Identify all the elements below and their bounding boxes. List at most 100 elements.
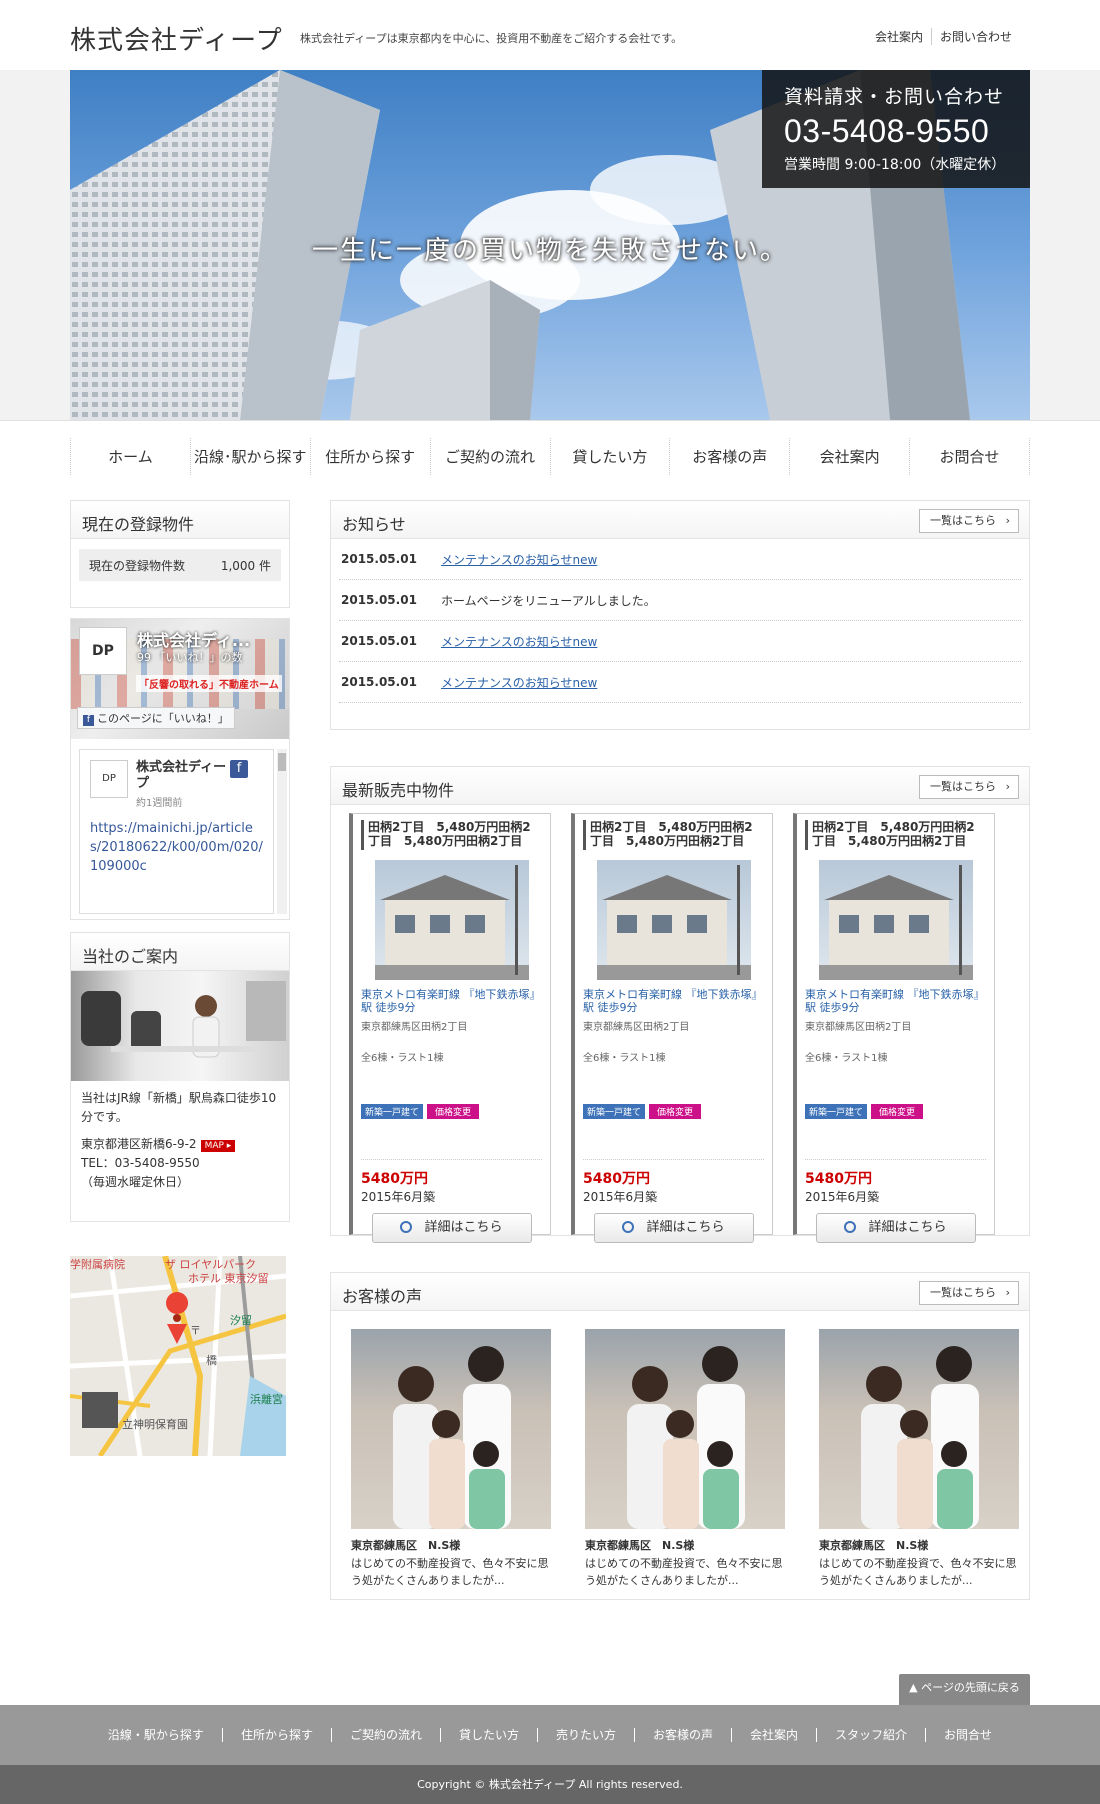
footer-link-station[interactable]: 沿線・駅から探す: [90, 1728, 223, 1742]
property-detail-button[interactable]: 詳細はこちら: [815, 1213, 976, 1243]
property-photo[interactable]: [374, 860, 529, 980]
property-built: 2015年6月築: [805, 1190, 880, 1204]
facebook-post-link[interactable]: https://mainichi.jp/articles/20180622/k0…: [90, 819, 263, 876]
property-station: 東京メトロ有楽町線 『地下鉄赤塚』駅 徒歩9分: [361, 988, 541, 1014]
facebook-like-button[interactable]: f このページに「いいね！」: [77, 707, 235, 729]
header-link-company[interactable]: 会社案内: [867, 28, 931, 45]
google-map[interactable]: 学附属病院 ザ ロイヤルパーク ホテル 東京汐留 汐留 浜離宮 立神明保育園 橋…: [70, 1256, 286, 1456]
footer-link-company[interactable]: 会社案内: [732, 1728, 818, 1742]
gnav-home[interactable]: ホーム: [70, 437, 191, 475]
facebook-page-logo[interactable]: DP: [79, 627, 127, 675]
gnav-landlords[interactable]: 貸したい方: [551, 437, 671, 475]
map-label-post: 〒: [190, 1324, 201, 1337]
footer-link-contact[interactable]: お問合せ: [926, 1728, 1010, 1742]
property-price: 5480万円: [361, 1159, 542, 1188]
facebook-logo-icon: f: [230, 760, 248, 778]
gnav-contract-flow[interactable]: ご契約の流れ: [431, 437, 551, 475]
news-link[interactable]: メンテナンスのお知らせnew: [441, 633, 597, 650]
guide-holiday: （毎週水曜定休日）: [81, 1175, 190, 1189]
facebook-cover-text: 「反響の取れる」不動産ホーム: [136, 675, 282, 692]
news-date: 2015.05.01: [341, 634, 417, 648]
property-photo[interactable]: [818, 860, 973, 980]
news-title: お知らせ: [342, 515, 406, 534]
tag-price-change: 価格変更: [427, 1104, 480, 1119]
gnav-company[interactable]: 会社案内: [790, 437, 911, 475]
guide-tel: TEL：03-5408-9550: [81, 1156, 200, 1170]
footer-link-address[interactable]: 住所から探す: [223, 1728, 332, 1742]
facebook-post-author[interactable]: 株式会社ディープ: [136, 760, 230, 798]
listing-count-row: 現在の登録物件数 1,000 件: [79, 549, 281, 581]
gnav-contact[interactable]: お問合せ: [910, 437, 1030, 475]
play-circle-icon: [622, 1221, 635, 1233]
news-more-button[interactable]: 一覧はこちら: [919, 509, 1019, 533]
footer-link-staff[interactable]: スタッフ紹介: [817, 1728, 927, 1742]
news-link[interactable]: メンテナンスのお知らせnew: [441, 674, 597, 691]
footer-link-lend[interactable]: 貸したい方: [441, 1728, 538, 1742]
tag-new-house: 新築一戸建て: [361, 1104, 424, 1119]
testimonial-name: 東京都練馬区 N.S様: [819, 1539, 929, 1552]
play-circle-icon: [844, 1221, 857, 1233]
testimonial-text: はじめての不動産投資で、色々不安に思う処がたくさんありましたが...: [351, 1557, 549, 1587]
site-logo[interactable]: 株式会社ディープ: [70, 20, 283, 57]
widget-title: 現在の登録物件: [71, 501, 289, 539]
hero-catchcopy: 一生に一度の買い物を失敗させない。: [311, 236, 788, 266]
properties-section: 最新販売中物件 一覧はこちら 田柄2丁目 5,480万円田柄2丁目 5,480万…: [330, 766, 1030, 1243]
family-photo[interactable]: [819, 1329, 1019, 1529]
guide-address-row: 東京都港区新橋6-9-2 MAP ▸: [81, 1135, 279, 1154]
footer-link-voices[interactable]: お客様の声: [635, 1728, 733, 1742]
listing-count-widget: 現在の登録物件 現在の登録物件数 1,000 件: [70, 500, 290, 608]
map-link-badge[interactable]: MAP ▸: [200, 1140, 236, 1152]
testimonials-section: お客様の声 一覧はこちら 東京都練馬区 N.S様 はじめての不動産投資で、色々不…: [330, 1272, 1030, 1600]
site-header: 株式会社ディープ 株式会社ディープは東京都内を中心に、投資用不動産をご紹介する会…: [0, 0, 1100, 70]
facebook-page-name[interactable]: 株式会社ディ...: [137, 627, 250, 651]
property-card: 田柄2丁目 5,480万円田柄2丁目 5,480万円田柄2丁目 東京メトロ有楽町…: [571, 813, 773, 1243]
section-title: お客様の声 一覧はこちら: [331, 1273, 1029, 1311]
property-title[interactable]: 田柄2丁目 5,480万円田柄2丁目 5,480万円田柄2丁目: [361, 820, 542, 850]
property-address: 東京都練馬区田柄2丁目: [361, 1022, 468, 1033]
news-link[interactable]: メンテナンスのお知らせnew: [441, 551, 597, 568]
property-title[interactable]: 田柄2丁目 5,480万円田柄2丁目 5,480万円田柄2丁目: [583, 820, 764, 850]
properties-more-button[interactable]: 一覧はこちら: [919, 775, 1019, 799]
testimonials-more-button[interactable]: 一覧はこちら: [919, 1281, 1019, 1305]
property-detail-button[interactable]: 詳細はこちら: [371, 1213, 532, 1243]
property-built: 2015年6月築: [583, 1190, 658, 1204]
property-station: 東京メトロ有楽町線 『地下鉄赤塚』駅 徒歩9分: [805, 988, 985, 1014]
property-units: 全6棟・ラスト1棟: [805, 1053, 888, 1064]
family-photo[interactable]: [585, 1329, 785, 1529]
property-units: 全6棟・ラスト1棟: [583, 1053, 666, 1064]
listing-count-label: 現在の登録物件数: [89, 558, 186, 573]
footer-link-contract[interactable]: ご契約の流れ: [332, 1728, 441, 1742]
property-title[interactable]: 田柄2丁目 5,480万円田柄2丁目 5,480万円田柄2丁目: [805, 820, 986, 850]
gnav-voices[interactable]: お客様の声: [670, 437, 791, 475]
testimonial-card: 東京都練馬区 N.S様 はじめての不動産投資で、色々不安に思う処がたくさんありま…: [585, 1329, 785, 1589]
property-detail-button[interactable]: 詳細はこちら: [593, 1213, 754, 1243]
guide-address: 東京都港区新橋6-9-2: [81, 1137, 197, 1151]
news-date: 2015.05.01: [341, 593, 417, 607]
testimonial-card: 東京都練馬区 N.S様 はじめての不動産投資で、色々不安に思う処がたくさんありま…: [351, 1329, 551, 1589]
tag-price-change: 価格変更: [871, 1104, 924, 1119]
facebook-scrollbar[interactable]: [277, 749, 287, 914]
footer-link-sell[interactable]: 売りたい方: [538, 1728, 635, 1742]
facebook-cover[interactable]: DP 株式会社ディ... 99 「いいね！」の数 「反響の取れる」不動産ホーム …: [71, 619, 289, 739]
property-detail-label: 詳細はこちら: [646, 1220, 725, 1235]
section-title: 最新販売中物件 一覧はこちら: [331, 767, 1029, 805]
gnav-search-address[interactable]: 住所から探す: [311, 437, 431, 475]
property-photo[interactable]: [596, 860, 751, 980]
gnav-search-station[interactable]: 沿線･駅から探す: [191, 437, 311, 475]
testimonial-text: はじめての不動産投資で、色々不安に思う処がたくさんありましたが...: [585, 1557, 783, 1587]
properties-title: 最新販売中物件: [342, 781, 455, 800]
tag-new-house: 新築一戸建て: [583, 1104, 646, 1119]
guide-access: 当社はJR線「新橋」駅烏森口徒歩10分です。: [81, 1091, 277, 1124]
header-link-contact[interactable]: お問い合わせ: [930, 28, 1020, 45]
hero-contact-box[interactable]: 資料請求・お問い合わせ 03-5408-9550 営業時間 9:00-18:00…: [762, 70, 1030, 188]
family-photo[interactable]: [351, 1329, 551, 1529]
tag-new-house: 新築一戸建て: [805, 1104, 868, 1119]
property-detail-label: 詳細はこちら: [424, 1220, 503, 1235]
copyright: Copyright © 株式会社ディープ All rights reserved…: [0, 1765, 1100, 1804]
facebook-post-avatar[interactable]: DP: [90, 760, 128, 798]
page-top-button[interactable]: ▲ ページの先頭に戻る: [899, 1674, 1030, 1706]
site-tagline: 株式会社ディープは東京都内を中心に、投資用不動産をご紹介する会社です。: [300, 32, 683, 45]
hero-section: 一生に一度の買い物を失敗させない。 資料請求・お問い合わせ 03-5408-95…: [0, 70, 1100, 420]
testimonials-title: お客様の声: [342, 1287, 423, 1306]
contact-phone[interactable]: 03-5408-9550: [784, 113, 1008, 150]
